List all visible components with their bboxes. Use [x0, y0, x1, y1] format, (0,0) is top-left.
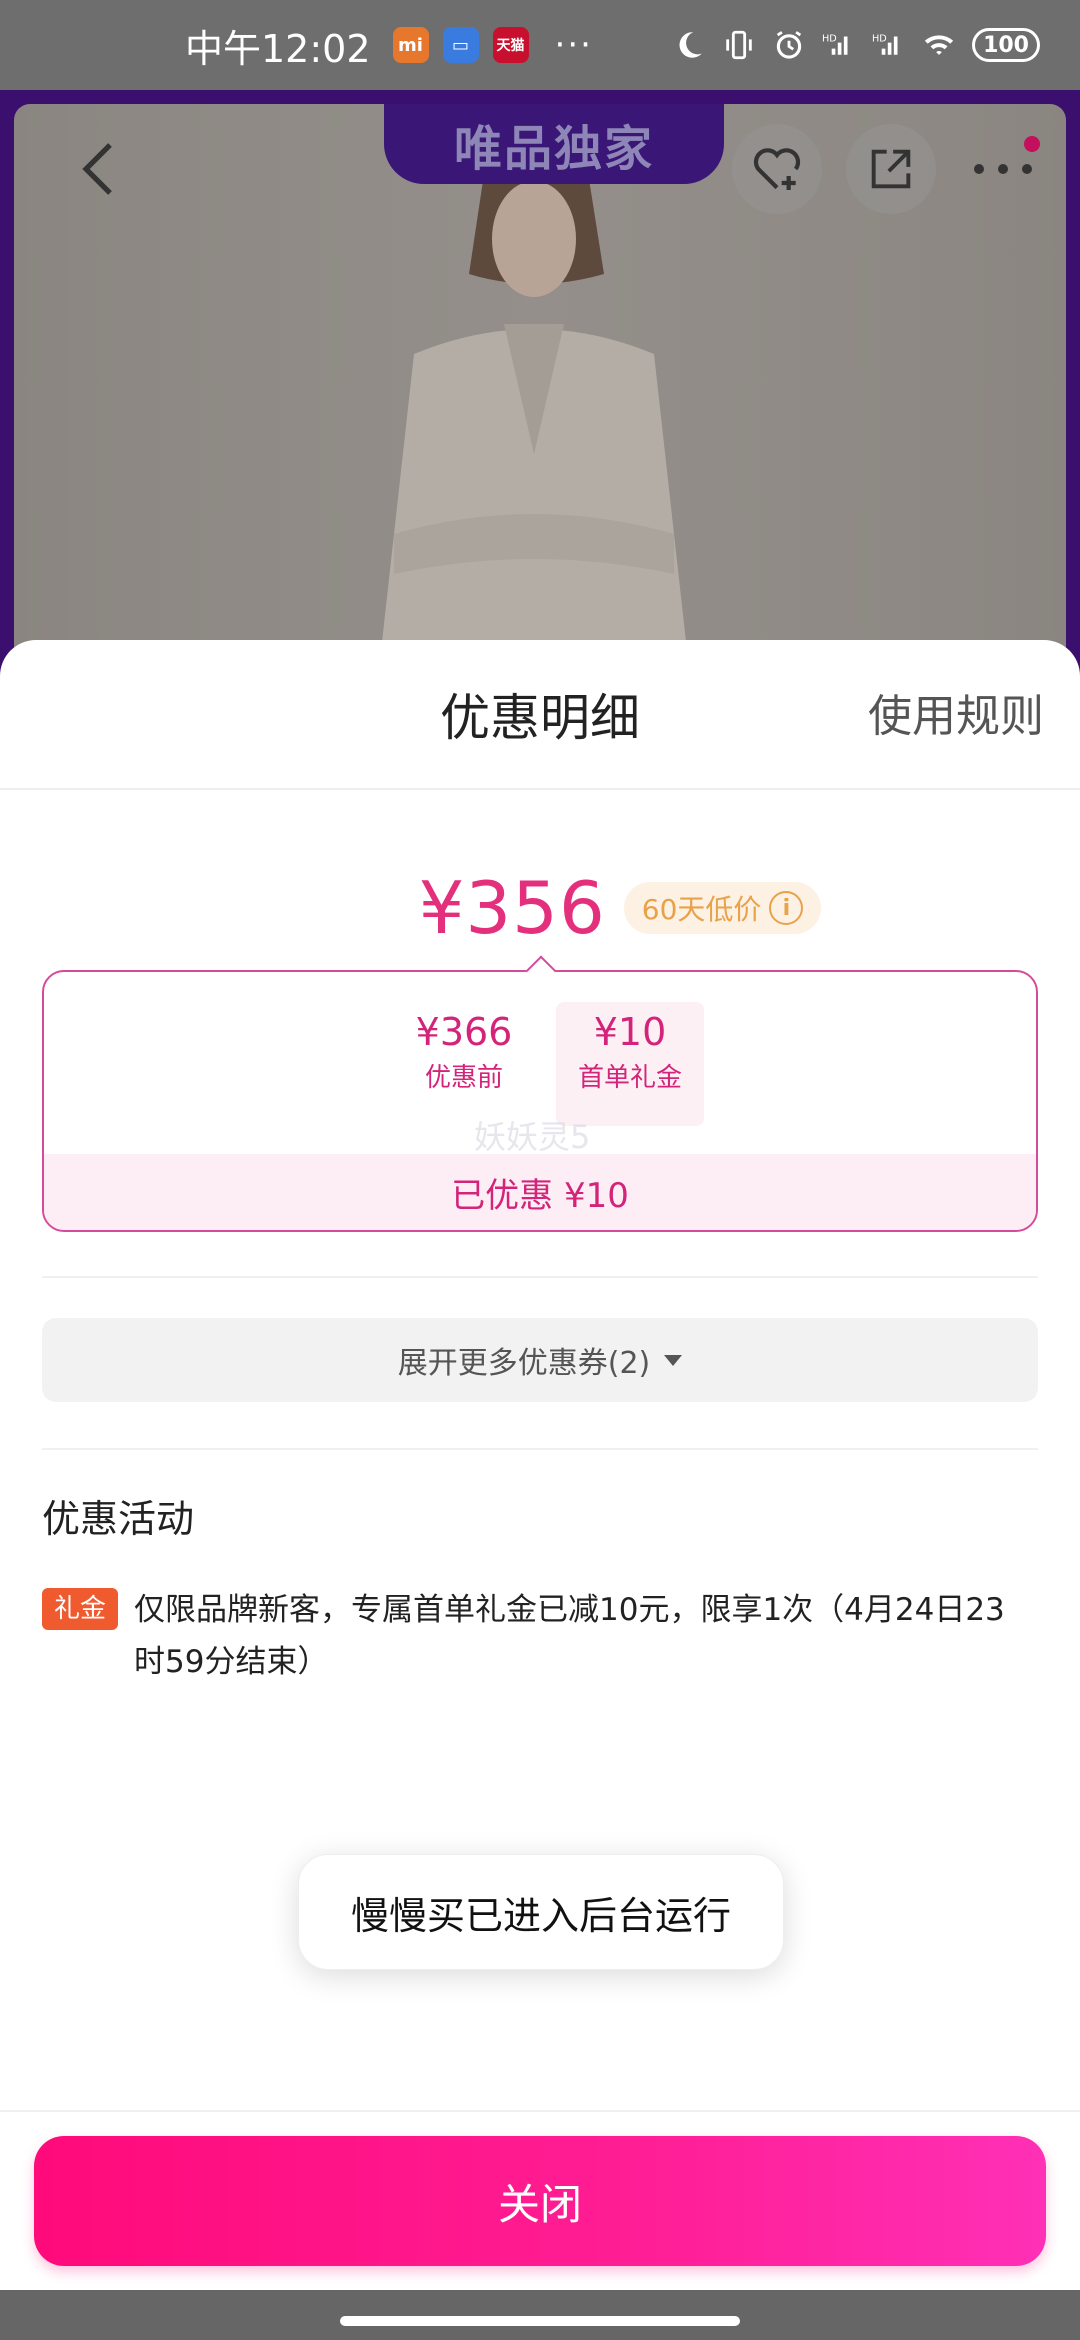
- more-dots-icon: [974, 164, 1032, 174]
- original-price: ¥366: [415, 1010, 513, 1054]
- original-price-label: 优惠前: [424, 1063, 503, 1093]
- product-image[interactable]: 唯品独家: [14, 104, 1066, 704]
- info-icon: i: [769, 891, 804, 925]
- svg-text:HD: HD: [822, 33, 837, 44]
- status-icons: HD HD 100: [672, 28, 1040, 62]
- signal-hd-icon-2: HD: [872, 33, 898, 55]
- divider: [42, 1276, 1038, 1278]
- sheet-header: 优惠明细 使用规则: [0, 640, 1080, 790]
- caret-down-icon: [664, 1354, 683, 1366]
- heart-plus-icon: [753, 148, 801, 190]
- vip-exclusive-tag: 唯品独家: [384, 104, 724, 184]
- share-icon: [871, 149, 911, 189]
- gift-money-tag: 礼金: [42, 1588, 119, 1630]
- model-photo: [375, 160, 693, 704]
- svg-text:HD: HD: [872, 33, 887, 44]
- divider: [42, 1448, 1038, 1450]
- product-gallery: 唯品独家: [0, 90, 1080, 704]
- more-notifications-icon: ···: [554, 25, 593, 65]
- notification-dot: [1024, 136, 1040, 152]
- promotion-item: 礼金 仅限品牌新客，专属首单礼金已减10元，限享1次（4月24日23时59分结束…: [42, 1584, 1032, 1688]
- price-breakdown-box: ¥366 优惠前 - ¥10 首单礼金 妖妖灵5 已优惠 ¥10: [42, 970, 1038, 1232]
- final-price: ¥356: [418, 866, 606, 950]
- battery-indicator: 100: [972, 28, 1040, 62]
- moon-icon: [679, 32, 702, 58]
- saved-amount-bar: 已优惠 ¥10: [44, 1154, 1036, 1230]
- system-nav-bar: [0, 2290, 1080, 2340]
- low-price-label: 60天低价: [641, 893, 762, 926]
- home-indicator[interactable]: [340, 2316, 740, 2326]
- alarm-icon: [776, 31, 802, 59]
- favorite-button[interactable]: [732, 124, 822, 214]
- gift-label: 首单礼金: [577, 1063, 682, 1093]
- back-button[interactable]: [54, 124, 144, 214]
- close-button[interactable]: 关闭: [34, 2136, 1046, 2266]
- footer-divider: [0, 2110, 1080, 2112]
- xiaomi-app-icon: mi: [392, 27, 429, 63]
- expand-coupons-label: 展开更多优惠券(2): [397, 1346, 651, 1381]
- promotions-section-title: 优惠活动: [42, 1497, 195, 1541]
- wifi-icon: [924, 35, 954, 55]
- usage-rules-link[interactable]: 使用规则: [868, 680, 1044, 744]
- gift-money-item: ¥10 首单礼金: [556, 1002, 704, 1126]
- chevron-left-icon: [82, 143, 112, 195]
- expand-coupons-button[interactable]: 展开更多优惠券(2): [42, 1318, 1038, 1402]
- status-time: 中午12:02: [185, 26, 371, 71]
- vibrate-icon: [726, 30, 752, 60]
- watermark: 妖妖灵5: [474, 1118, 591, 1156]
- final-price-row: ¥356 60天低价 i: [0, 858, 1080, 958]
- more-button[interactable]: [958, 124, 1048, 214]
- background-running-toast: 慢慢买已进入后台运行: [298, 1854, 784, 1970]
- gift-amount: ¥10: [593, 1010, 667, 1054]
- discount-detail-sheet: 优惠明细 使用规则 ¥356 60天低价 i ¥366 优惠前 - ¥10 首单…: [0, 640, 1080, 2290]
- promotion-text: 仅限品牌新客，专属首单礼金已减10元，限享1次（4月24日23时59分结束）: [134, 1592, 1005, 1680]
- signal-hd-icon: HD: [822, 33, 848, 55]
- status-bar: 中午12:02 mi ▭ 天猫 ··· HD HD 100: [0, 0, 1080, 90]
- share-button[interactable]: [846, 124, 936, 214]
- original-price-item: ¥366 优惠前: [394, 1002, 534, 1094]
- tmall-app-icon: 天猫: [492, 27, 529, 63]
- wallet-app-icon: ▭: [442, 27, 479, 63]
- low-price-badge[interactable]: 60天低价 i: [623, 882, 822, 934]
